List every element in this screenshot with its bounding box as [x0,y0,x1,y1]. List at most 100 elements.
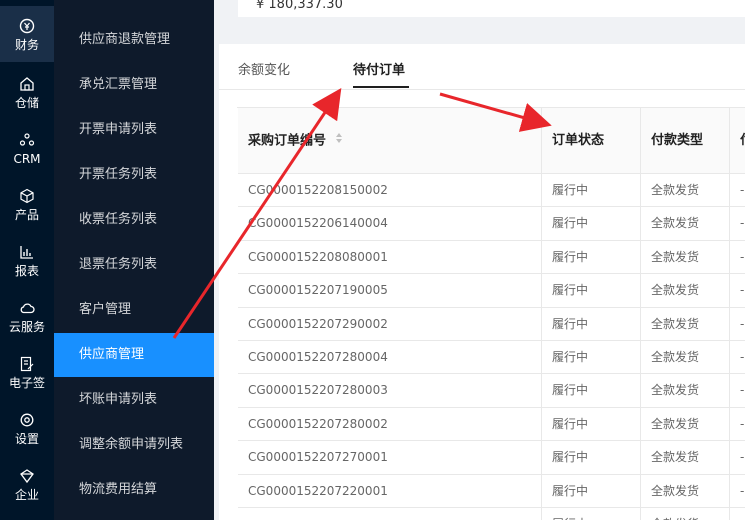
table-row[interactable]: CG0000152207280003 履行中 全款发货 - [238,374,745,408]
table-row[interactable]: CG0000152207270001 履行中 全款发货 - [238,441,745,475]
nav-rail-label: 报表 [14,263,39,278]
table-row[interactable]: CG0000152208150002 履行中 全款发货 - [238,174,745,208]
nav-rail-item[interactable]: 报表 [0,232,54,288]
warehouse-icon [18,75,36,93]
cell-truncated: - [740,249,745,264]
submenu-item[interactable]: 坏账申请列表 [54,378,214,422]
submenu-item[interactable]: 收票任务列表 [54,198,214,242]
tab-bar: 余额变化 待付订单 [219,44,745,90]
cell-truncated [730,508,745,520]
table-row[interactable]: CG0000152208080001 履行中 全款发货 - [238,240,745,275]
cell-order-status: 履行中 [542,508,641,520]
table-row[interactable]: CG0000152206140004 履行中 全款发货 - [238,207,745,241]
submenu-item[interactable]: 供应商管理 [54,333,214,377]
cell-payment-type: 全款发货 [641,207,730,241]
cell-order-status: 履行中 [542,441,641,475]
tab-pending-orders[interactable]: 待付订单 [353,59,405,78]
product-icon [18,187,36,205]
table-row[interactable]: CG0000152207280004 履行中 全款发货 - [238,341,745,375]
nav-rail-item[interactable]: CRM [0,120,54,176]
esign-icon [18,355,36,373]
report-icon [18,243,36,261]
submenu-item[interactable]: 客户管理 [54,288,214,332]
cell-order-status: 履行中 [542,307,641,341]
sort-icon[interactable] [335,108,343,174]
cell-truncated: - [740,350,745,364]
submenu-item[interactable]: 调整余额申请列表 [54,423,214,467]
submenu-item[interactable]: 开票申请列表 [54,108,214,152]
cell-truncated: - [740,483,745,498]
cell-payment-type: 全款发货 [641,341,730,374]
nav-rail-item[interactable]: 设置 [0,400,54,456]
nav-rail-item[interactable]: 电子签 [0,344,54,400]
table-header: 采购订单编号 订单状态 付款类型 付 [238,108,745,174]
cell-order-number: CG0000152207280003 [238,374,542,408]
cell-order-status: 履行中 [542,407,641,441]
column-header-truncated: 付 [730,108,745,174]
table-row[interactable]: CG0000152207220001 履行中 全款发货 - [238,474,745,508]
submenu-item[interactable]: 承兑汇票管理 [54,63,214,107]
cell-order-status: 履行中 [542,474,641,508]
cell-truncated: - [740,283,745,298]
cell-order-status: 履行中 [542,207,641,241]
cell-truncated: - [740,216,745,231]
orders-table: 采购订单编号 订单状态 付款类型 付 CG0000152208150002履行中… [237,107,745,520]
cell-order-status: 履行中 [542,341,641,374]
table-row[interactable]: CG0000152207290002 履行中 全款发货 - [238,307,745,341]
cell-truncated: - [740,383,745,398]
tab-balance-change[interactable]: 余额变化 [238,59,290,78]
cell-truncated: - [740,450,745,465]
cell-order-status: 履行中 [542,174,641,207]
cell-payment-type: 全款发货 [641,407,730,441]
nav-rail-label: 设置 [14,431,39,446]
cell-payment-type: 全款发货 [641,174,730,207]
cell-order-number: CG0000152207280004 [238,341,542,374]
nav-rail-item[interactable]: 企业 [0,456,54,512]
table-row[interactable]: CG0000152207190005 履行中 全款发货 - [238,274,745,308]
cell-payment-type: 全款发货 [641,307,730,341]
cell-truncated: - [740,183,745,197]
table-row[interactable]: 履行中全款发货 [238,508,745,520]
submenu-item[interactable]: 退票任务列表 [54,243,214,287]
cell-order-number: CG0000152207280002 [238,407,542,441]
nav-rail-label: 产品 [14,207,39,222]
nav-rail-label: 云服务 [8,319,45,334]
submenu-item[interactable]: 物流费用结算 [54,468,214,512]
active-tab-indicator [353,86,409,88]
cell-payment-type: 全款发货 [641,374,730,408]
enterprise-icon [18,467,36,485]
crm-icon [18,131,36,149]
cloud-icon [18,299,36,317]
summary-amount: ¥ 180,337.30 [256,0,343,12]
cell-truncated: - [740,416,745,431]
column-header-order-number[interactable]: 采购订单编号 [238,108,542,174]
cell-order-status: 履行中 [542,274,641,308]
summary-card: ¥ 180,337.30 [238,0,745,17]
cell-truncated: - [740,316,745,331]
cell-payment-type: 全款发货 [641,474,730,508]
nav-rail-label: 电子签 [8,375,45,390]
cell-payment-type: 全款发货 [641,274,730,308]
nav-rail-item[interactable]: 产品 [0,176,54,232]
column-header-order-status: 订单状态 [542,108,641,174]
nav-rail-label: 财务 [14,37,39,52]
cell-order-number: CG0000152207220001 [238,474,542,508]
table-row[interactable]: CG0000152207280002 履行中 全款发货 - [238,407,745,442]
cell-order-number: CG0000152208080001 [238,240,542,274]
cell-order-status: 履行中 [542,240,641,274]
nav-rail-label: 仓储 [14,95,39,110]
nav-rail-label: 企业 [14,487,39,502]
submenu-item[interactable]: 开票任务列表 [54,153,214,197]
cell-order-number: CG0000152206140004 [238,207,542,241]
nav-rail-item[interactable]: 云服务 [0,288,54,344]
settings-icon [18,411,36,429]
nav-rail-item[interactable]: 财务 [0,6,54,62]
submenu-item[interactable]: 供应商退款管理 [54,18,214,62]
cell-order-number [238,508,542,520]
nav-rail-item[interactable]: 仓储 [0,64,54,120]
nav-rail: 财务仓储 CRM 产品报表云服务电子签设置企业 [0,0,54,520]
cell-payment-type: 全款发货 [641,240,730,274]
nav-rail-label: CRM [13,151,41,166]
cell-order-number: CG0000152207190005 [238,274,542,308]
cell-payment-type: 全款发货 [641,441,730,475]
